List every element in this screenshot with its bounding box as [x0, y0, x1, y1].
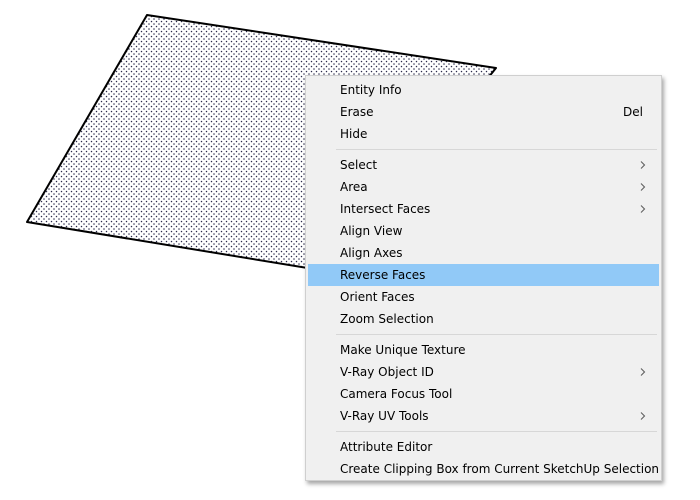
menu-item-label: Zoom Selection	[340, 312, 434, 326]
menu-item-create-clipping-box-from-current-sketchup-selection[interactable]: Create Clipping Box from Current SketchU…	[308, 458, 659, 480]
menu-item-align-axes[interactable]: Align Axes	[308, 242, 659, 264]
menu-item-camera-focus-tool[interactable]: Camera Focus Tool	[308, 383, 659, 405]
menu-item-area[interactable]: Area	[308, 176, 659, 198]
menu-item-label: Select	[340, 158, 378, 172]
menu-item-make-unique-texture[interactable]: Make Unique Texture	[308, 339, 659, 361]
chevron-right-icon	[640, 412, 646, 420]
menu-item-select[interactable]: Select	[308, 154, 659, 176]
menu-separator	[336, 431, 657, 432]
menu-item-erase[interactable]: Erase Del	[308, 101, 659, 123]
menu-item-attribute-editor[interactable]: Attribute Editor	[308, 436, 659, 458]
menu-item-hide[interactable]: Hide	[308, 123, 659, 145]
menu-item-label: Attribute Editor	[340, 440, 433, 454]
menu-item-label: Area	[340, 180, 368, 194]
menu-item-intersect-faces[interactable]: Intersect Faces	[308, 198, 659, 220]
menu-item-v-ray-object-id[interactable]: V-Ray Object ID	[308, 361, 659, 383]
menu-item-shortcut: Del	[623, 105, 643, 119]
menu-item-entity-info[interactable]: Entity Info	[308, 79, 659, 101]
chevron-right-icon	[640, 161, 646, 169]
menu-item-label: Entity Info	[340, 83, 402, 97]
menu-item-label: Make Unique Texture	[340, 343, 466, 357]
menu-item-label: V-Ray UV Tools	[340, 409, 429, 423]
menu-item-label: Hide	[340, 127, 368, 141]
menu-item-orient-faces[interactable]: Orient Faces	[308, 286, 659, 308]
menu-item-label: Create Clipping Box from Current SketchU…	[340, 462, 660, 476]
menu-separator	[336, 334, 657, 335]
chevron-right-icon	[640, 205, 646, 213]
menu-item-label: Intersect Faces	[340, 202, 431, 216]
menu-item-label: Align View	[340, 224, 403, 238]
menu-item-label: Camera Focus Tool	[340, 387, 453, 401]
chevron-right-icon	[640, 368, 646, 376]
menu-item-align-view[interactable]: Align View	[308, 220, 659, 242]
menu-separator	[336, 149, 657, 150]
menu-item-label: Orient Faces	[340, 290, 415, 304]
menu-item-zoom-selection[interactable]: Zoom Selection	[308, 308, 659, 330]
menu-item-reverse-faces[interactable]: Reverse Faces	[308, 264, 659, 286]
menu-item-label: Reverse Faces	[340, 268, 426, 282]
menu-item-label: V-Ray Object ID	[340, 365, 434, 379]
menu-item-v-ray-uv-tools[interactable]: V-Ray UV Tools	[308, 405, 659, 427]
chevron-right-icon	[640, 183, 646, 191]
context-menu: Entity Info Erase Del Hide Select Area Interse…	[305, 75, 662, 481]
menu-item-label: Erase	[340, 105, 374, 119]
menu-item-label: Align Axes	[340, 246, 403, 260]
